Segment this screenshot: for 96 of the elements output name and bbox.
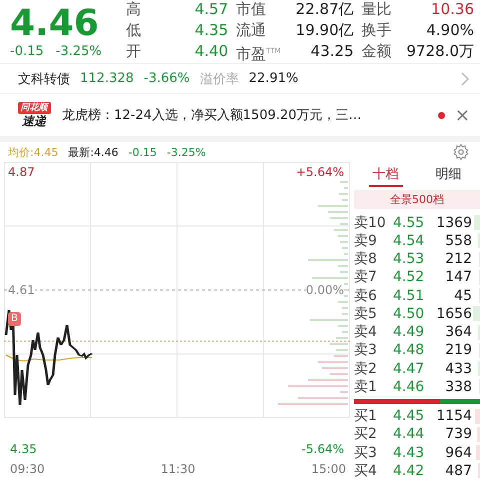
volume-bar <box>476 445 480 460</box>
time-label: 11:30 <box>160 462 196 476</box>
premium-label: 溢价率 <box>200 70 239 88</box>
average-price: 均价:4.45 <box>8 144 58 160</box>
stat-label: 市值 <box>236 0 266 20</box>
settings-icon[interactable] <box>452 143 470 161</box>
high-price: 4.87 <box>8 165 35 179</box>
level-volume: 219 <box>444 342 472 358</box>
level-price: 4.55 <box>393 214 426 231</box>
level-volume: 45 <box>453 288 472 304</box>
news-badge-caption: 速递 <box>22 114 46 128</box>
level-price: 4.42 <box>393 462 426 479</box>
latest-price: 最新:4.46 <box>68 144 118 160</box>
level-price: 4.43 <box>393 444 426 461</box>
level-price: 4.52 <box>393 269 426 286</box>
bond-change: -3.66% <box>144 71 190 86</box>
stat-label: 高 <box>126 0 141 20</box>
volume-bar <box>474 215 480 230</box>
stat-label: 金额 <box>362 40 392 62</box>
level-volume: 212 <box>444 251 472 268</box>
percent-change: -3.25% <box>56 44 102 59</box>
stat-value: 19.90亿 <box>296 20 354 40</box>
level-label: 卖10 <box>354 214 387 232</box>
level-label: 买2 <box>354 425 378 444</box>
news-badge: 同花顺 <box>18 102 50 114</box>
stat-label: 量比 <box>362 0 392 20</box>
level-label: 买1 <box>354 407 378 426</box>
level-price: 4.54 <box>393 232 426 249</box>
chart-change: -0.15 <box>128 146 157 158</box>
level-volume: 433 <box>444 360 472 377</box>
stat-label: 市盈$^{TTM}$ <box>236 44 281 64</box>
low-percent: -5.64% <box>302 442 344 456</box>
level-volume: 964 <box>444 444 472 461</box>
stat-value: 4.35 <box>194 20 228 40</box>
price-change: -0.15 <box>10 44 44 59</box>
stat-value: 4.90% <box>426 20 474 40</box>
stat-label: 流通 <box>236 20 266 40</box>
level-label: 卖4 <box>354 323 378 342</box>
time-label: 15:00 <box>311 462 346 476</box>
level-label: 卖2 <box>354 360 378 378</box>
level-label: 卖3 <box>354 341 378 360</box>
bond-name: 文科转债 <box>18 70 70 88</box>
level-label: 卖7 <box>354 268 378 286</box>
stat-value: 10.36 <box>431 0 474 20</box>
level-price: 4.47 <box>393 360 426 377</box>
buy-marker[interactable]: B <box>8 312 21 326</box>
high-percent: +5.64% <box>296 165 344 179</box>
order-book-tab[interactable]: 十档 <box>368 162 402 187</box>
low-price: 4.35 <box>10 442 37 456</box>
stat-value: 22.87亿 <box>296 0 354 20</box>
level-volume: 364 <box>444 324 472 340</box>
last-price: 4.46 <box>10 4 100 44</box>
chevron-right-icon[interactable] <box>461 72 470 86</box>
level-label: 卖6 <box>354 286 378 305</box>
news-headline[interactable]: 龙虎榜：12-24入选，净买入额1509.20万元，三… <box>62 106 362 124</box>
level-volume: 487 <box>444 462 472 479</box>
level-volume: 147 <box>444 269 472 286</box>
stat-label: 换手 <box>362 20 392 40</box>
level-price: 4.50 <box>393 306 426 322</box>
level-price: 4.49 <box>393 324 426 340</box>
stat-value: 43.25 <box>310 40 354 62</box>
level-volume: 739 <box>444 426 472 442</box>
stat-value: 9728.0万 <box>406 40 474 62</box>
level-price: 4.45 <box>393 408 426 424</box>
volume-bar <box>474 408 480 424</box>
level-volume: 558 <box>444 232 472 249</box>
level-volume: 1369 <box>435 214 472 231</box>
premium-value: 22.91% <box>248 71 298 86</box>
level-price: 4.53 <box>393 251 426 268</box>
stat-value: 4.40 <box>194 40 228 62</box>
bond-price: 112.328 <box>80 71 134 86</box>
level-price: 4.48 <box>393 342 426 358</box>
level-label: 卖1 <box>354 378 378 396</box>
close-button[interactable]: × <box>452 104 472 126</box>
level-price: 4.51 <box>393 288 426 304</box>
time-label: 09:30 <box>10 462 45 476</box>
level-volume: 1154 <box>435 408 472 424</box>
level-price: 4.46 <box>393 378 426 395</box>
level-label: 卖8 <box>354 250 378 268</box>
level-volume: 1656 <box>435 306 472 322</box>
level-price: 4.44 <box>393 426 426 442</box>
volume-bar <box>473 306 480 322</box>
chart-percent: -3.25% <box>166 146 206 158</box>
base-percent: 0.00% <box>306 283 344 297</box>
level-label: 买3 <box>354 444 378 462</box>
level-label: 买4 <box>354 462 378 480</box>
level-label: 卖5 <box>354 304 378 323</box>
order-book-tab[interactable]: 明细 <box>432 162 466 187</box>
stat-value: 4.57 <box>194 0 228 20</box>
base-price: 4.61 <box>8 283 35 297</box>
level-volume: 338 <box>444 378 472 395</box>
volume-bar <box>478 233 480 248</box>
stat-label: 开 <box>126 40 141 62</box>
level-label: 卖9 <box>354 232 378 250</box>
depth-button[interactable]: 全景500档 <box>354 190 480 210</box>
stat-label: 低 <box>126 20 141 40</box>
